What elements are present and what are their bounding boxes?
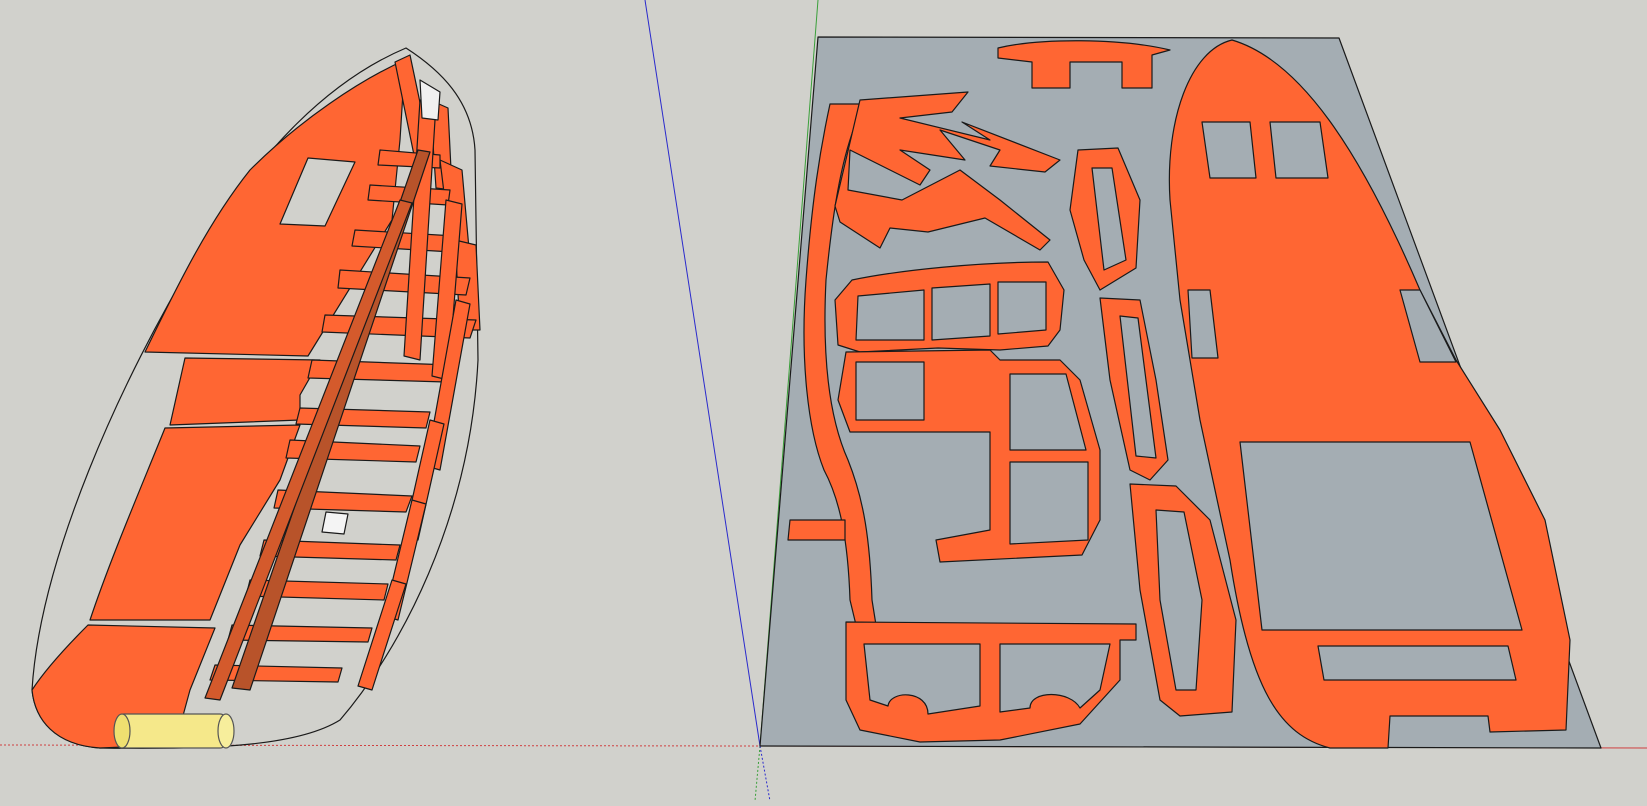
- wheel-icon: [113, 713, 235, 749]
- left-strip-part: [787, 519, 846, 541]
- flat-cut-sheet-layout[interactable]: [759, 36, 1602, 749]
- side-skin-middle: [169, 357, 321, 426]
- skin-cutout-window-1: [1201, 121, 1257, 179]
- skin-cutout-panel-2: [1317, 645, 1517, 681]
- green-axis-neg: [754, 745, 761, 802]
- frame-lower-cutout-3: [1009, 461, 1089, 545]
- rear-light-panel: [419, 79, 441, 121]
- skin-cutout-window-2: [1269, 121, 1329, 179]
- 3d-modeling-viewport[interactable]: [0, 0, 1647, 802]
- blue-axis-neg: [759, 745, 771, 802]
- blue-axis: [644, 0, 761, 747]
- assembled-fuselage-model[interactable]: [31, 47, 481, 749]
- frame-upper-cutout-3: [997, 281, 1047, 335]
- frame-upper-cutout-1: [855, 289, 925, 341]
- frame-lower-cutout-1: [855, 361, 925, 421]
- frame-upper-cutout-2: [931, 283, 991, 341]
- mid-light-panel: [321, 511, 349, 535]
